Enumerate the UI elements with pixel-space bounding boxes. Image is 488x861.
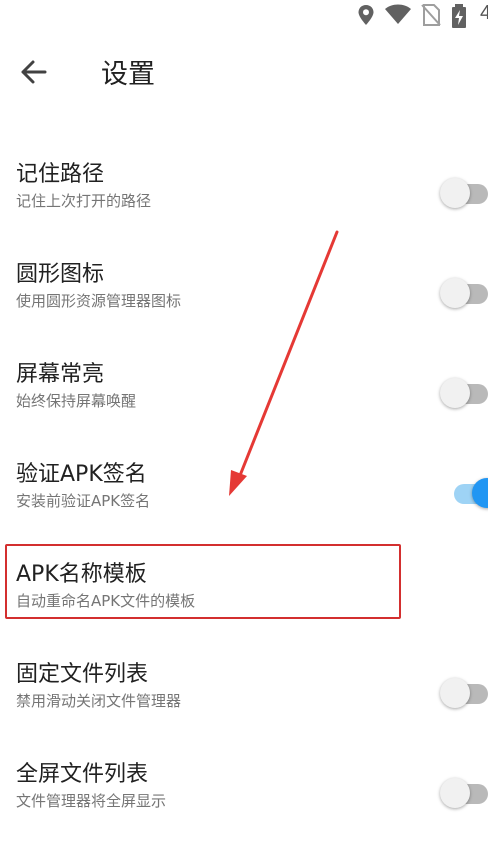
setting-subtitle: 文件管理器将全屏显示	[16, 792, 167, 810]
toggle-thumb	[440, 178, 470, 208]
setting-subtitle: 始终保持屏幕唤醒	[16, 392, 137, 410]
setting-title: 固定文件列表	[16, 662, 149, 687]
setting-verify-apk-signature[interactable]: 验证APK签名 安装前验证APK签名	[0, 444, 488, 544]
no-sim-icon	[421, 4, 441, 26]
battery-charging-icon	[452, 4, 466, 28]
setting-lock-file-list[interactable]: 固定文件列表 禁用滑动关闭文件管理器	[0, 644, 488, 744]
setting-title: 屏幕常亮	[16, 362, 105, 387]
toggle-thumb	[440, 678, 470, 708]
toggle-thumb	[440, 278, 470, 308]
highlight-box	[5, 544, 401, 619]
back-button[interactable]	[14, 56, 54, 88]
status-bar: 4	[0, 0, 488, 30]
setting-subtitle: 记住上次打开的路径	[16, 192, 152, 210]
toggle-thumb	[440, 378, 470, 408]
round-icons-toggle[interactable]	[440, 274, 488, 314]
remember-path-toggle[interactable]	[440, 174, 488, 214]
toggle-thumb	[440, 778, 470, 808]
setting-subtitle: 禁用滑动关闭文件管理器	[16, 692, 182, 710]
page-title: 设置	[101, 59, 155, 90]
setting-fullscreen-file-list[interactable]: 全屏文件列表 文件管理器将全屏显示	[0, 744, 488, 844]
setting-subtitle: 使用圆形资源管理器图标	[16, 292, 182, 310]
app-bar: 设置	[0, 40, 488, 104]
wifi-icon	[385, 4, 411, 24]
setting-title: 验证APK签名	[16, 462, 147, 487]
setting-subtitle: 安装前验证APK签名	[16, 492, 151, 510]
fullscreen-file-list-toggle[interactable]	[440, 774, 488, 814]
setting-keep-screen-on[interactable]: 屏幕常亮 始终保持屏幕唤醒	[0, 344, 488, 444]
battery-percent-text: 4	[480, 2, 488, 24]
location-icon	[358, 5, 374, 25]
setting-title: 圆形图标	[16, 262, 105, 287]
verify-apk-signature-toggle[interactable]	[440, 474, 488, 514]
keep-screen-on-toggle[interactable]	[440, 374, 488, 414]
setting-round-icons[interactable]: 圆形图标 使用圆形资源管理器图标	[0, 244, 488, 344]
setting-title: 记住路径	[16, 162, 105, 187]
setting-title: 全屏文件列表	[16, 762, 149, 787]
setting-remember-path[interactable]: 记住路径 记住上次打开的路径	[0, 144, 488, 244]
arrow-left-icon	[21, 60, 47, 84]
lock-file-list-toggle[interactable]	[440, 674, 488, 714]
